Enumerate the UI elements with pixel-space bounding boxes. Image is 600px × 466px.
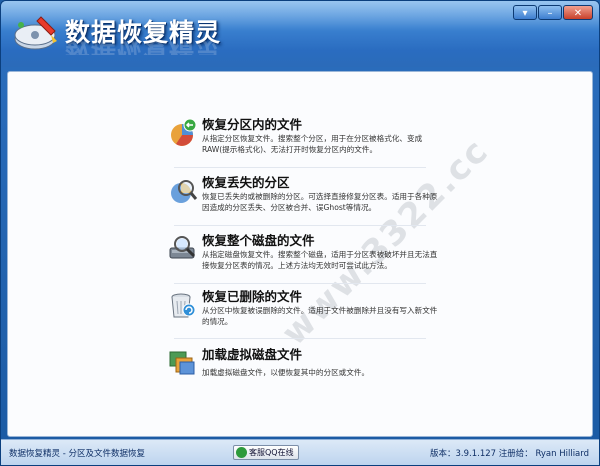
- load-virtual-disk-icon: [169, 351, 195, 375]
- recover-lost-partition-icon: [171, 180, 198, 203]
- recover-whole-disk-icon: [169, 236, 196, 259]
- status-app-description: 数据恢复精灵 - 分区及文件数据恢复: [9, 449, 145, 459]
- option-description: 从分区中恢复被误删除的文件。适用于文件被删除并且没有写入新文件的情况。: [202, 306, 438, 326]
- option-title: 加载虚拟磁盘文件: [202, 347, 303, 362]
- main-window: 数据恢复精灵 数据恢复精灵 ▾ – ✕ www.3322.cc 恢复分区内的文件…: [0, 0, 600, 466]
- minimize-button[interactable]: –: [538, 5, 562, 20]
- option-description: 恢复已丢失的或被删除的分区。可选择直接修复分区表。适用于各种原因造成的分区丢失、…: [202, 192, 438, 212]
- divider: [174, 225, 426, 226]
- option-description: 从指定磁盘恢复文件。搜索整个磁盘，适用于分区表被破坏并且无法直接恢复分区表的情况…: [202, 250, 438, 270]
- option-title: 恢复丢失的分区: [202, 175, 290, 190]
- recover-deleted-files-icon: [171, 293, 196, 318]
- title-bar[interactable]: 数据恢复精灵 数据恢复精灵 ▾ – ✕: [1, 1, 599, 67]
- option-recover-lost-partition[interactable]: 恢复丢失的分区 恢复已丢失的或被删除的分区。可选择直接修复分区表。适用于各种原因…: [168, 172, 448, 224]
- menu-dropdown-button[interactable]: ▾: [513, 5, 537, 20]
- divider: [174, 167, 426, 168]
- option-title: 恢复整个磁盘的文件: [202, 233, 315, 248]
- qq-icon: [236, 447, 247, 458]
- app-title-reflection: 数据恢复精灵: [65, 41, 221, 55]
- divider: [174, 338, 426, 339]
- status-bar: 数据恢复精灵 - 分区及文件数据恢复 客服QQ在线 版本：3.9.1.127 注…: [1, 439, 599, 465]
- window-controls: ▾ – ✕: [513, 5, 593, 20]
- disk-wizard-logo-icon: [14, 16, 57, 50]
- option-recover-deleted-files[interactable]: 恢复已删除的文件 从分区中恢复被误删除的文件。适用于文件被删除并且没有写入新文件…: [168, 286, 448, 338]
- qq-support-label: 客服QQ在线: [249, 448, 294, 457]
- option-title: 恢复已删除的文件: [202, 289, 303, 304]
- divider: [174, 283, 426, 284]
- option-title: 恢复分区内的文件: [202, 117, 303, 132]
- qq-support-button[interactable]: 客服QQ在线: [233, 445, 299, 460]
- option-description: 从指定分区恢复文件。搜索整个分区，用于在分区被格式化、变成RAW(提示格式化)、…: [202, 134, 423, 154]
- option-recover-partition-files[interactable]: 恢复分区内的文件 从指定分区恢复文件。搜索整个分区，用于在分区被格式化、变成RA…: [168, 114, 448, 166]
- option-description: 加载虚拟磁盘文件，以便恢复其中的分区或文件。: [202, 368, 370, 377]
- version-registration-info: 版本：3.9.1.127 注册给： Ryan Hilliard: [429, 449, 589, 459]
- option-recover-whole-disk[interactable]: 恢复整个磁盘的文件 从指定磁盘恢复文件。搜索整个磁盘，适用于分区表被破坏并且无法…: [168, 230, 448, 282]
- option-load-virtual-disk[interactable]: 加载虚拟磁盘文件 加载虚拟磁盘文件，以便恢复其中的分区或文件。: [168, 344, 448, 396]
- content-panel: www.3322.cc 恢复分区内的文件 从指定分区恢复文件。搜索整个分区，用于…: [7, 71, 593, 437]
- recover-partition-files-icon: [171, 118, 197, 146]
- close-button[interactable]: ✕: [563, 5, 593, 20]
